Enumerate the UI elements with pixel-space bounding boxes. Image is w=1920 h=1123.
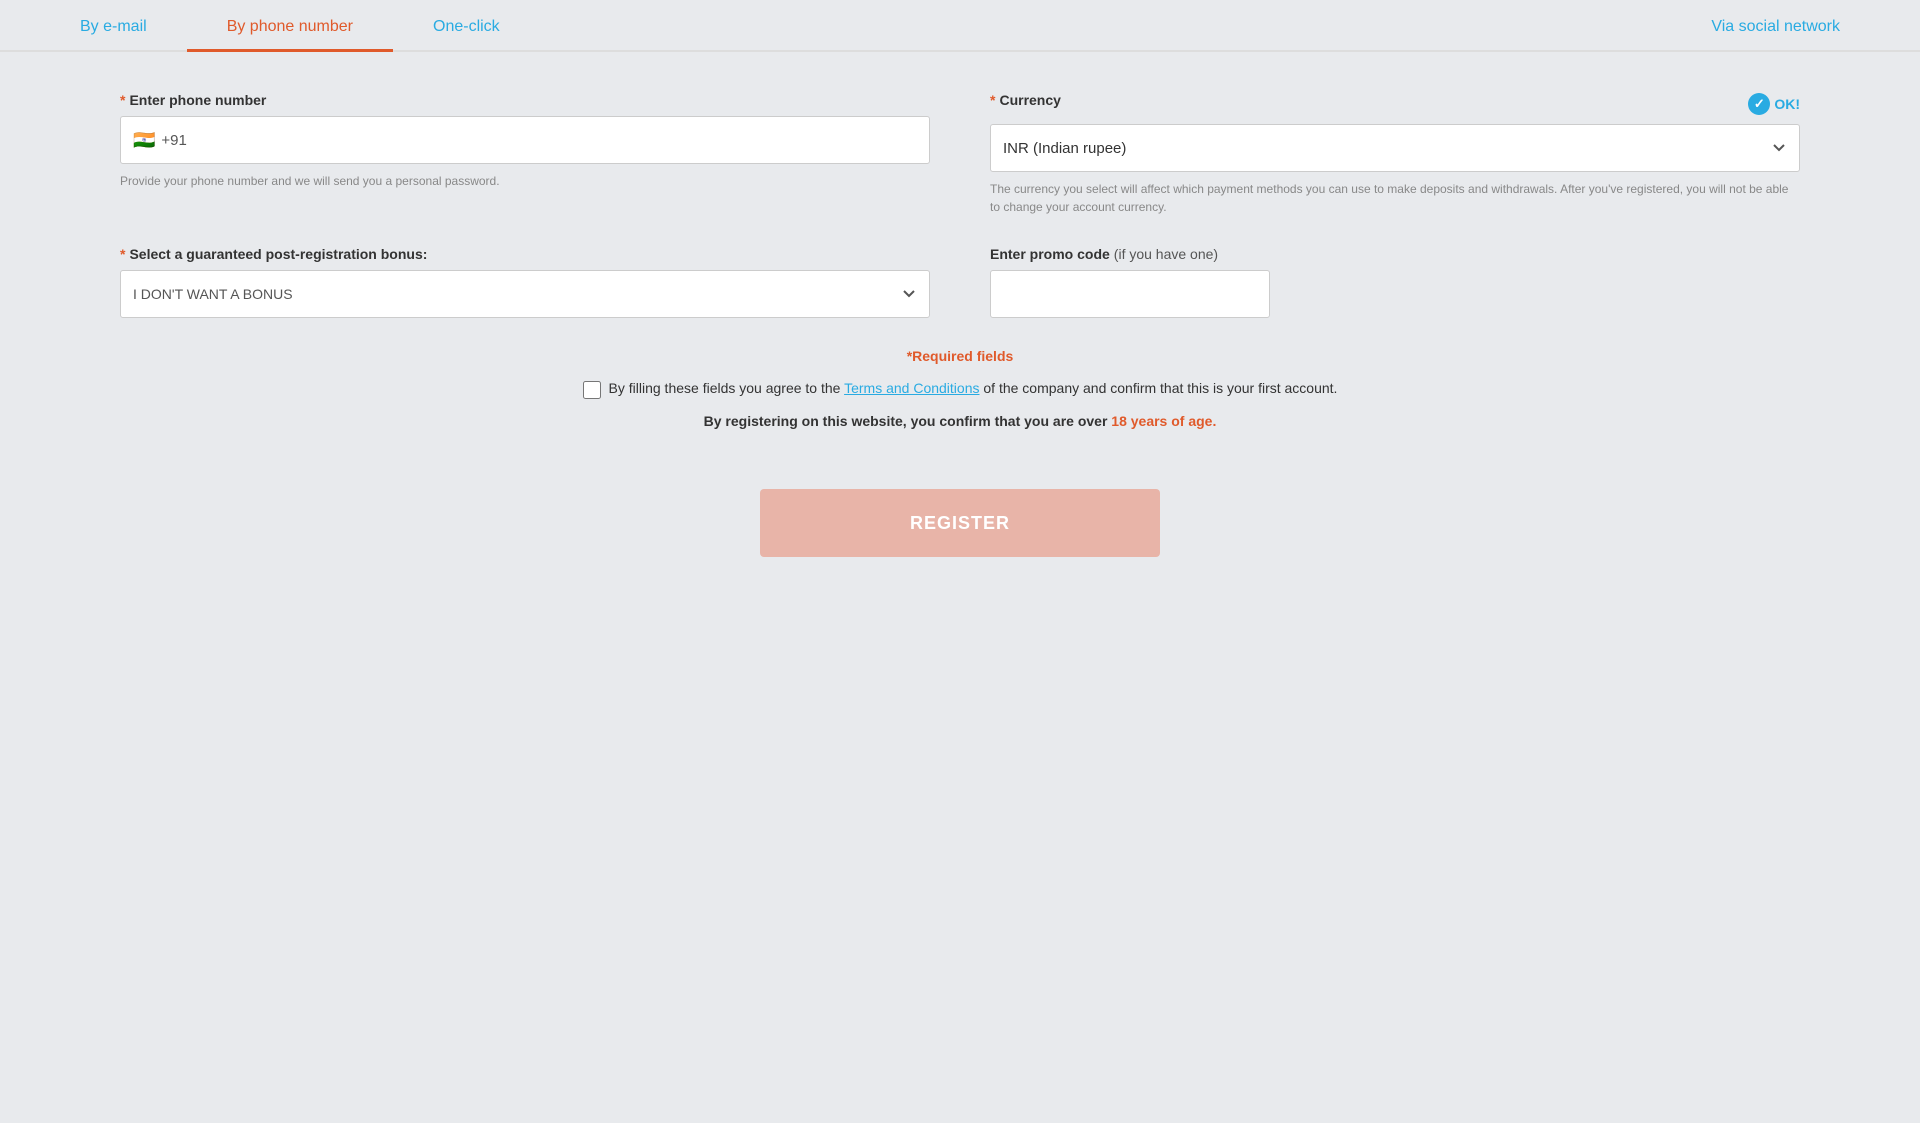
- bonus-required-star: *: [120, 246, 125, 262]
- ok-badge: ✓ OK!: [1748, 93, 1800, 115]
- phone-input[interactable]: [161, 132, 917, 149]
- bonus-select[interactable]: I DON'T WANT A BONUS Welcome bonus Free …: [120, 270, 930, 318]
- tab-social[interactable]: Via social network: [1671, 0, 1880, 50]
- tab-oneclick[interactable]: One-click: [393, 0, 540, 50]
- bonus-label: * Select a guaranteed post-registration …: [120, 246, 930, 262]
- currency-label-text: Currency: [999, 92, 1060, 108]
- registration-form: * Enter phone number 🇮🇳 Provide your pho…: [0, 52, 1920, 597]
- register-btn-wrap: REGISTER: [120, 489, 1800, 557]
- form-row-1: * Enter phone number 🇮🇳 Provide your pho…: [120, 92, 1800, 216]
- currency-required-star: *: [990, 92, 995, 108]
- bonus-group: * Select a guaranteed post-registration …: [120, 246, 930, 318]
- age-notice: By registering on this website, you conf…: [120, 413, 1800, 429]
- currency-help-text: The currency you select will affect whic…: [990, 180, 1800, 216]
- phone-input-wrap[interactable]: 🇮🇳: [120, 116, 930, 164]
- terms-row: By filling these fields you agree to the…: [120, 380, 1800, 399]
- form-row-2: * Select a guaranteed post-registration …: [120, 246, 1800, 318]
- register-button[interactable]: REGISTER: [760, 489, 1160, 557]
- promo-input[interactable]: [990, 270, 1270, 318]
- phone-label: * Enter phone number: [120, 92, 930, 108]
- terms-checkbox[interactable]: [583, 381, 601, 399]
- promo-group: Enter promo code (if you have one): [990, 246, 1800, 318]
- registration-tabs: By e-mail By phone number One-click Via …: [0, 0, 1920, 52]
- age-text-before: By registering on this website, you conf…: [704, 413, 1112, 429]
- phone-help-text: Provide your phone number and we will se…: [120, 172, 930, 190]
- terms-text-before: By filling these fields you agree to the: [609, 380, 845, 396]
- currency-header: * Currency ✓ OK!: [990, 92, 1800, 116]
- phone-label-text: Enter phone number: [129, 92, 266, 108]
- terms-link[interactable]: Terms and Conditions: [844, 380, 979, 396]
- tab-phone[interactable]: By phone number: [187, 0, 393, 50]
- currency-group: * Currency ✓ OK! INR (Indian rupee) USD …: [990, 92, 1800, 216]
- tab-email[interactable]: By e-mail: [40, 0, 187, 50]
- currency-label: * Currency: [990, 92, 1061, 108]
- age-highlight: 18 years of age.: [1111, 413, 1216, 429]
- terms-text-after: of the company and confirm that this is …: [980, 380, 1338, 396]
- promo-label-text: Enter promo code: [990, 246, 1110, 262]
- currency-select[interactable]: INR (Indian rupee) USD (US Dollar) EUR (…: [990, 124, 1800, 172]
- phone-required-star: *: [120, 92, 125, 108]
- india-flag-icon: 🇮🇳: [133, 130, 155, 151]
- terms-text: By filling these fields you agree to the…: [609, 380, 1338, 396]
- promo-label: Enter promo code (if you have one): [990, 246, 1800, 262]
- promo-label-sub: (if you have one): [1114, 246, 1218, 262]
- phone-group: * Enter phone number 🇮🇳 Provide your pho…: [120, 92, 930, 216]
- required-fields-note: *Required fields: [120, 348, 1800, 364]
- bonus-label-text: Select a guaranteed post-registration bo…: [129, 246, 427, 262]
- ok-check-icon: ✓: [1748, 93, 1770, 115]
- ok-text: OK!: [1774, 96, 1800, 112]
